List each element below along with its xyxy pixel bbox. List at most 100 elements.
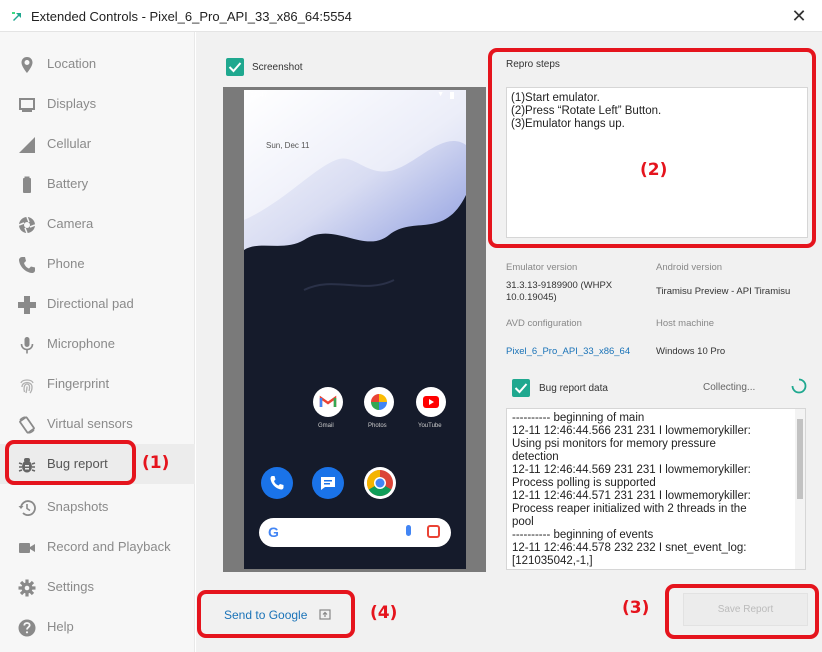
mic-icon (406, 525, 411, 536)
log-line: Process reaper initialized with 2 thread… (512, 503, 747, 515)
sidebar-item-label: Settings (47, 579, 94, 594)
video-icon (19, 543, 35, 553)
android-version-value: Tiramisu Preview - API Tiramisu (656, 286, 791, 297)
annotation-box-3 (665, 584, 819, 639)
app-label: Photos (368, 423, 387, 429)
annotation-label-4: (4) (370, 603, 398, 623)
log-line: [121035042,-1,] (512, 555, 593, 567)
bug-report-data-checkbox[interactable] (512, 379, 530, 397)
annotation-box-4 (197, 590, 355, 638)
sidebar-item-label: Location (47, 56, 97, 71)
app-photos[interactable] (364, 387, 394, 417)
sidebar-item-label: Battery (47, 176, 89, 191)
log-line: Using psi monitors for memory pressure (512, 438, 716, 450)
android-version-label: Android version (656, 262, 723, 273)
youtube-icon (423, 396, 439, 408)
log-line: 12-11 12:46:44.566 231 231 I lowmemoryki… (512, 425, 751, 437)
sidebar-item-label: Microphone (47, 336, 115, 351)
screenshot-preview: 12:47 ▼ Sun, Dec 11 Gmail Photos YouTube (223, 87, 486, 572)
loading-spinner-icon (791, 378, 807, 394)
annotation-label-3: (3) (622, 598, 650, 618)
help-icon (18, 619, 36, 637)
sidebar-item-phone[interactable]: Phone (0, 244, 195, 284)
checkmark-icon (228, 62, 242, 73)
photos-icon (371, 394, 387, 410)
google-search-bar[interactable]: G (259, 518, 451, 547)
sidebar-item-label: Displays (47, 96, 97, 111)
sidebar-item-displays[interactable]: Displays (0, 84, 195, 124)
sidebar-item-label: Snapshots (47, 499, 109, 514)
emulator-version-label: Emulator version (506, 262, 578, 273)
sidebar-item-directional-pad[interactable]: Directional pad (0, 284, 195, 324)
phone-icon (19, 257, 35, 273)
emulator-version-value-cont: 10.0.19045) (506, 292, 557, 303)
dpad-icon (18, 296, 36, 314)
chrome-icon (366, 469, 393, 497)
log-line: ---------- beginning of main (512, 412, 645, 424)
title-bar: Extended Controls - Pixel_6_Pro_API_33_x… (0, 0, 822, 32)
lens-icon (427, 525, 440, 538)
bug-report-log[interactable]: ---------- beginning of main 12-11 12:46… (506, 408, 806, 570)
bug-report-data-label: Bug report data (539, 383, 608, 394)
messages-icon (321, 477, 335, 490)
history-icon (18, 500, 36, 516)
log-line: pool (512, 516, 534, 528)
avd-configuration-link[interactable]: Pixel_6_Pro_API_33_x86_64 (506, 345, 630, 358)
sidebar-item-label: Phone (47, 256, 85, 271)
sidebar-item-microphone[interactable]: Microphone (0, 324, 195, 364)
status-time: 12:47 (250, 92, 268, 99)
google-g-icon: G (268, 524, 279, 540)
cellular-signal-icon (19, 137, 35, 153)
gmail-icon (319, 395, 337, 407)
log-scrollbar-thumb[interactable] (797, 419, 803, 499)
dock-phone[interactable] (261, 467, 293, 499)
checkmark-icon (514, 383, 528, 394)
app-label: YouTube (418, 423, 442, 429)
sidebar-item-cellular[interactable]: Cellular (0, 124, 195, 164)
rotate-icon (19, 416, 35, 434)
log-line: 12-11 12:46:44.578 232 232 I snet_event_… (512, 542, 747, 554)
sidebar-item-battery[interactable]: Battery (0, 164, 195, 204)
sidebar-item-label: Directional pad (47, 296, 134, 311)
battery-icon (23, 176, 31, 193)
sidebar-item-snapshots[interactable]: Snapshots (0, 487, 195, 527)
screenshot-label: Screenshot (252, 62, 303, 73)
app-gmail[interactable] (313, 387, 343, 417)
sidebar-item-label: Cellular (47, 136, 92, 151)
annotation-label-2: (2) (640, 160, 668, 180)
sidebar-item-virtual-sensors[interactable]: Virtual sensors (0, 404, 195, 444)
screenshot-checkbox[interactable] (226, 58, 244, 76)
log-line: 12-11 12:46:44.569 231 231 I lowmemoryki… (512, 464, 751, 476)
sidebar-item-settings[interactable]: Settings (0, 567, 195, 607)
sidebar-item-help[interactable]: Help (0, 607, 195, 647)
status-battery-icon (450, 92, 454, 99)
app-youtube[interactable] (416, 387, 446, 417)
close-button[interactable]: ✕ (776, 0, 822, 32)
phone-icon (270, 476, 284, 490)
annotation-label-1: (1) (142, 453, 170, 473)
sidebar-item-label: Fingerprint (47, 376, 110, 391)
microphone-icon (20, 337, 34, 354)
log-line: detection (512, 451, 559, 463)
widget-date: Sun, Dec 11 (266, 141, 310, 150)
log-line: Process polling is supported (512, 477, 656, 489)
close-icon: ✕ (791, 5, 807, 26)
location-pin-icon (21, 57, 33, 73)
sidebar-item-fingerprint[interactable]: Fingerprint (0, 364, 195, 404)
sidebar: Location Displays Cellular Battery Camer… (0, 32, 195, 652)
dock-chrome[interactable] (364, 467, 396, 499)
avd-configuration-label: AVD configuration (506, 318, 582, 329)
annotation-box-2 (488, 48, 816, 248)
log-line: ---------- beginning of events (512, 529, 654, 541)
sidebar-item-location[interactable]: Location (0, 44, 195, 84)
app-label: Gmail (318, 423, 334, 429)
dock-messages[interactable] (312, 467, 344, 499)
sidebar-item-camera[interactable]: Camera (0, 204, 195, 244)
sidebar-item-label: Camera (47, 216, 94, 231)
annotation-box-1 (5, 440, 136, 485)
emulator-app-icon (12, 12, 21, 21)
fingerprint-icon (20, 379, 34, 394)
sidebar-item-record-and-playback[interactable]: Record and Playback (0, 527, 195, 567)
window-title: Extended Controls - Pixel_6_Pro_API_33_x… (31, 9, 352, 24)
log-scrollbar[interactable] (795, 409, 805, 569)
